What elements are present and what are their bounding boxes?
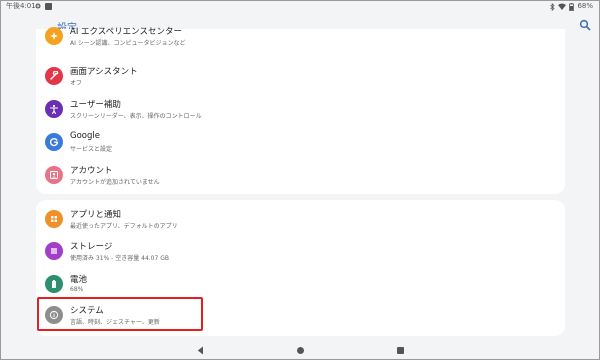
ai-icon	[45, 27, 63, 45]
battery-status-icon	[569, 2, 575, 11]
apps-icon	[45, 210, 63, 228]
accessibility-icon	[45, 100, 63, 118]
recent-apps-icon[interactable]	[397, 347, 404, 354]
settings-item-label: 電池	[70, 275, 88, 285]
settings-screen: 午後4:01 68% 設定	[0, 0, 600, 360]
highlight-box	[37, 297, 203, 331]
settings-item-storage[interactable]: ストレージ 使用済み 31% - 空き容量 44.07 GB	[36, 236, 565, 268]
search-icon[interactable]	[579, 19, 591, 31]
settings-item-summary: スクリーンリーダー、表示、操作のコントロール	[70, 113, 202, 120]
storage-icon	[45, 242, 63, 260]
settings-item-label: Google	[70, 131, 100, 141]
settings-item-label: ユーザー補助	[70, 100, 121, 110]
notification-icon	[45, 3, 52, 10]
battery-percent: 68%	[577, 2, 593, 10]
settings-item-label: アカウント	[70, 166, 113, 176]
back-icon[interactable]	[197, 346, 204, 355]
account-icon	[45, 166, 63, 184]
home-icon[interactable]	[297, 347, 304, 354]
navigation-bar	[1, 341, 599, 359]
settings-item-label: AI エクスペリエンスセンター	[70, 27, 183, 37]
google-icon	[45, 133, 63, 151]
wifi-icon	[558, 3, 567, 10]
settings-item-summary: 使用済み 31% - 空き容量 44.07 GB	[70, 255, 169, 262]
status-bar: 午後4:01 68%	[1, 1, 599, 12]
settings-item-screen-assistant[interactable]: 画面アシスタント オフ	[36, 61, 565, 93]
settings-item-label: ストレージ	[70, 242, 113, 252]
settings-item-summary: AI シーン認識、コンピュータビジョンなど	[70, 40, 186, 47]
settings-item-ai[interactable]: AI エクスペリエンスセンター AI シーン認識、コンピュータビジョンなど	[36, 21, 565, 53]
gear-icon	[35, 3, 41, 9]
settings-item-google[interactable]: Google サービスと設定	[36, 127, 565, 159]
settings-item-apps[interactable]: アプリと通知 最近使ったアプリ、デフォルトのアプリ	[36, 204, 565, 236]
clock: 午後4:01	[6, 2, 36, 10]
wrench-icon	[45, 67, 63, 85]
settings-group-1: AI エクスペリエンスセンター AI シーン認識、コンピュータビジョンなど 画面…	[36, 27, 565, 194]
settings-item-summary: オフ	[70, 80, 83, 87]
settings-item-summary: 最近使ったアプリ、デフォルトのアプリ	[70, 223, 178, 230]
bluetooth-icon	[550, 2, 556, 11]
settings-item-summary: 68%	[70, 286, 84, 293]
settings-item-accessibility[interactable]: ユーザー補助 スクリーンリーダー、表示、操作のコントロール	[36, 94, 565, 126]
settings-item-summary: アカウントが追加されていません	[70, 179, 160, 186]
settings-item-label: 画面アシスタント	[70, 67, 138, 77]
battery-icon	[45, 275, 63, 293]
settings-item-summary: サービスと設定	[70, 146, 113, 153]
settings-item-label: アプリと通知	[70, 210, 122, 220]
settings-item-account[interactable]: アカウント アカウントが追加されていません	[36, 160, 565, 192]
